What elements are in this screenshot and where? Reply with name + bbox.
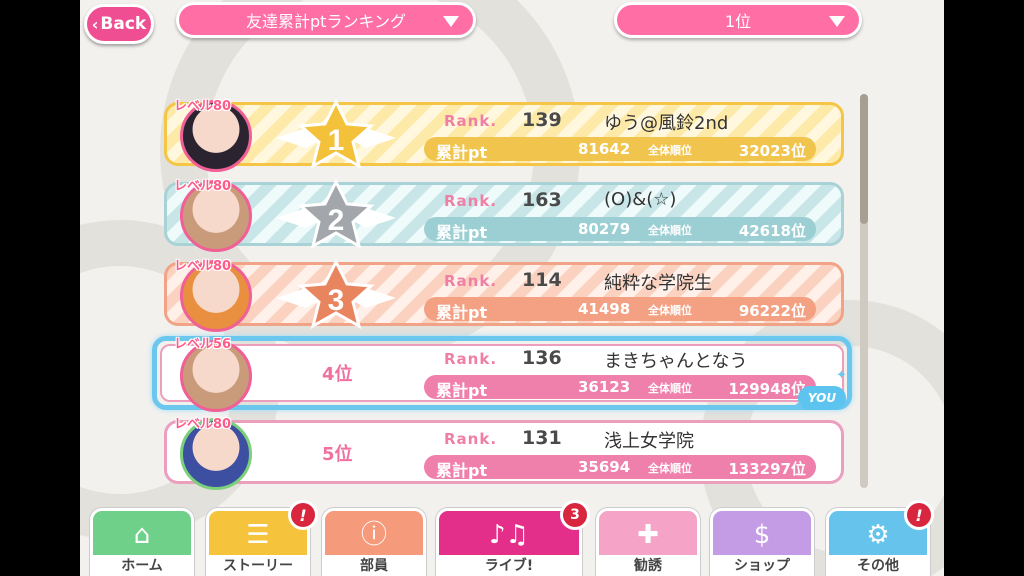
nav-shop-label: ショップ	[713, 555, 811, 576]
sparkle-icon: ✦	[794, 398, 805, 413]
nav-shop-button[interactable]: $ ショップ	[710, 508, 814, 576]
rank-label: Rank.	[444, 112, 498, 130]
rank-value: 114	[522, 269, 562, 291]
place-label: 4位	[322, 364, 353, 385]
player-level: レベル80	[174, 179, 232, 194]
bronze-medal-icon: 3	[276, 258, 396, 330]
nav-home-button[interactable]: ⌂ ホーム	[90, 508, 194, 576]
overall-rank-value: 32023位	[738, 142, 806, 160]
live-count-badge: 3	[560, 500, 590, 530]
overall-rank-label: 全体順位	[648, 304, 692, 317]
points-label: 累計pt	[436, 303, 488, 322]
overall-rank-value: 129948位	[728, 380, 806, 398]
place-label: 5位	[322, 444, 353, 465]
sparkle-icon: ✦	[836, 368, 847, 383]
points-value: 80279	[578, 220, 631, 238]
nav-story-label: ストーリー	[209, 555, 307, 576]
dropdown-arrow-icon	[829, 16, 845, 27]
back-button[interactable]: ‹ Back	[84, 4, 154, 44]
gear-icon: ⚙	[866, 520, 890, 550]
points-label: 累計pt	[436, 143, 488, 162]
points-bar: 累計pt 41498 全体順位 96222位	[424, 297, 816, 322]
overall-rank-label: 全体順位	[648, 144, 692, 157]
rank-label: Rank.	[444, 350, 498, 368]
rank-label: Rank.	[444, 430, 498, 448]
story-notice-icon: !	[288, 500, 318, 530]
points-value: 81642	[578, 140, 631, 158]
points-bar: 累計pt 36123 全体順位 129948位	[424, 375, 816, 400]
ranking-type-value: 友達累計ptランキング	[246, 12, 406, 31]
scrollbar-thumb[interactable]	[860, 94, 868, 224]
rank-position-value: 1位	[724, 12, 752, 31]
speech-bubble-icon: ☰	[246, 520, 270, 550]
player-name: 浅上女学院	[604, 431, 694, 452]
other-notice-icon: !	[904, 500, 934, 530]
nav-club-button[interactable]: ⓘ 部員	[322, 508, 426, 576]
points-label: 累計pt	[436, 381, 488, 400]
rank-value: 139	[522, 109, 562, 131]
overall-rank-value: 133297位	[728, 460, 806, 478]
member-info-icon: ⓘ	[360, 520, 387, 550]
nav-other-label: その他	[829, 555, 927, 576]
player-level: レベル80	[174, 99, 232, 114]
medal-number: 2	[328, 204, 345, 237]
points-label: 累計pt	[436, 461, 488, 480]
medal-number: 1	[328, 124, 345, 157]
player-name: ゆう@風鈴2nd	[604, 113, 729, 134]
gold-medal-icon: 1	[276, 98, 396, 170]
nav-scout-label: 勧誘	[599, 555, 697, 576]
rank-value: 131	[522, 427, 562, 449]
back-label: Back	[100, 14, 147, 34]
nav-club-label: 部員	[325, 555, 423, 576]
rank-value: 136	[522, 347, 562, 369]
nav-live-label: ライブ!	[439, 555, 579, 576]
overall-rank-label: 全体順位	[648, 382, 692, 395]
ranking-type-dropdown[interactable]: 友達累計ptランキング	[176, 2, 476, 38]
overall-rank-value: 96222位	[738, 302, 806, 320]
points-bar: 累計pt 35694 全体順位 133297位	[424, 455, 816, 480]
rank-label: Rank.	[444, 272, 498, 290]
overall-rank-label: 全体順位	[648, 224, 692, 237]
add-member-icon: ✚	[637, 520, 659, 550]
nav-scout-button[interactable]: ✚ 勧誘	[596, 508, 700, 576]
rank-label: Rank.	[444, 192, 498, 210]
points-value: 36123	[578, 378, 631, 396]
player-level: レベル80	[174, 417, 232, 432]
scrollbar[interactable]	[860, 94, 868, 488]
overall-rank-label: 全体順位	[648, 462, 692, 475]
chevron-left-icon: ‹	[91, 14, 99, 34]
rank-position-dropdown[interactable]: 1位	[614, 2, 862, 38]
points-value: 35694	[578, 458, 631, 476]
dropdown-arrow-icon	[443, 16, 459, 27]
dollar-icon: $	[753, 520, 771, 550]
points-label: 累計pt	[436, 223, 488, 242]
nav-home-label: ホーム	[93, 555, 191, 576]
music-notes-icon: ♪♫	[489, 520, 529, 550]
house-icon: ⌂	[133, 520, 151, 550]
player-name: まきちゃんとなう	[604, 351, 748, 372]
player-name: 純粋な学院生	[604, 273, 712, 294]
player-name: (O)&(☆)	[604, 189, 677, 210]
rank-value: 163	[522, 189, 562, 211]
silver-medal-icon: 2	[276, 178, 396, 250]
player-level: レベル56	[174, 337, 232, 352]
overall-rank-value: 42618位	[738, 222, 806, 240]
points-value: 41498	[578, 300, 631, 318]
you-badge: YOU	[798, 386, 846, 410]
medal-number: 3	[328, 284, 345, 317]
points-bar: 累計pt 81642 全体順位 32023位	[424, 137, 816, 162]
player-level: レベル80	[174, 259, 232, 274]
points-bar: 累計pt 80279 全体順位 42618位	[424, 217, 816, 242]
